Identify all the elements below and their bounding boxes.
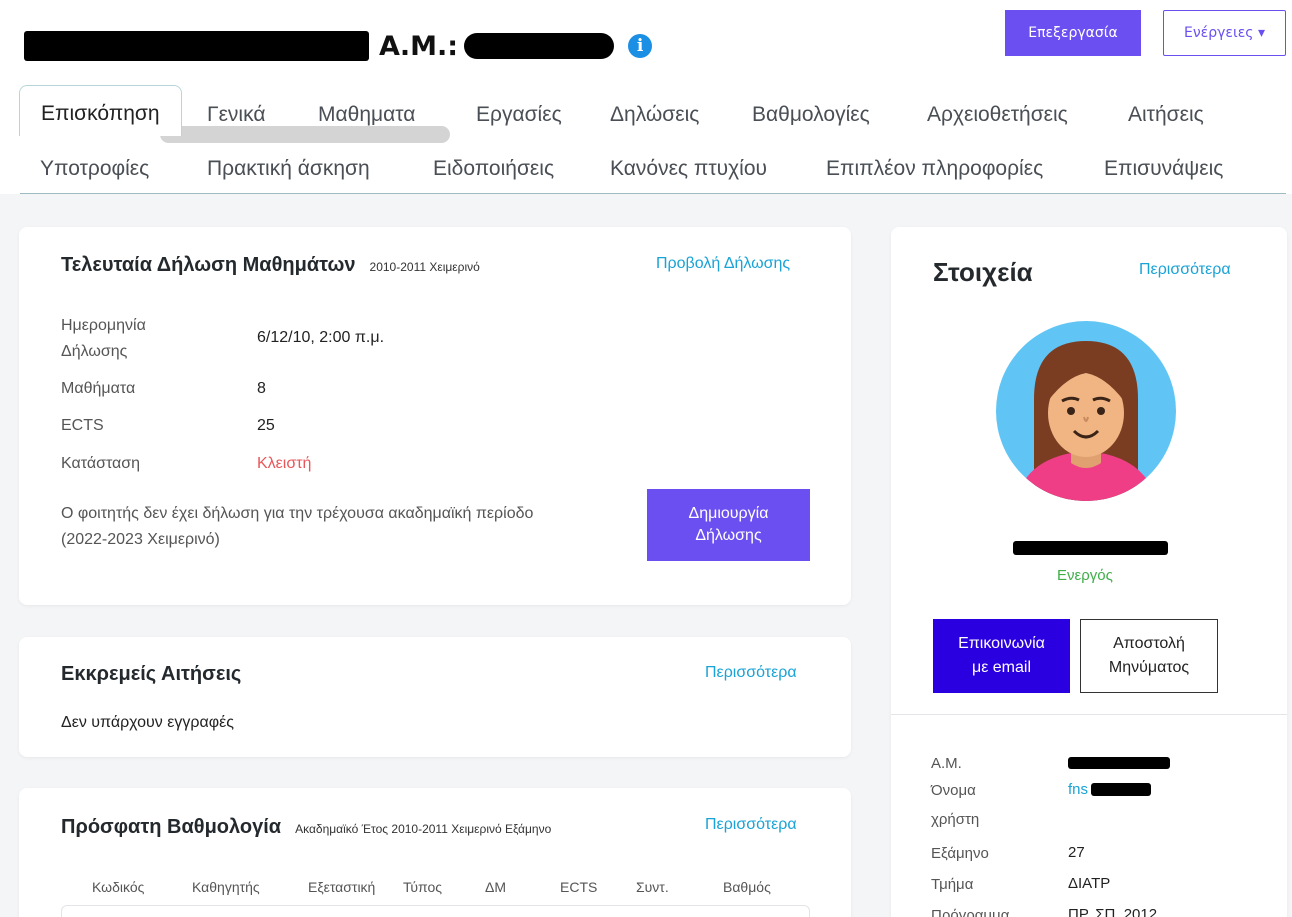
avatar-illustration [1016, 341, 1156, 501]
tab-additional-info[interactable]: Επιπλέον πληροφορίες [826, 157, 1043, 181]
card-title: Τελευταία Δήλωση Μαθημάτων 2010-2011 Χειμ… [61, 254, 480, 277]
view-registration-link[interactable]: Προβολή Δήλωσης [656, 255, 790, 273]
loading-placeholder-bar [160, 126, 450, 143]
semester-value: 27 [1068, 844, 1085, 861]
department-value: ΔΙΑΤΡ [1068, 875, 1111, 892]
profile-status: Ενεργός [1057, 567, 1113, 584]
column-header[interactable]: Εξεταστική [308, 879, 375, 895]
create-button-line2: Δήλωσης [695, 527, 762, 544]
no-registration-note-line2: (2022-2023 Χειμερινό) [61, 531, 220, 548]
tab-attachments[interactable]: Επισυνάψεις [1104, 157, 1223, 181]
recent-grades-card: Πρόσφατη Βαθμολογία Ακαδημαϊκό Έτος 2010-… [19, 788, 851, 917]
courses-label: Μαθήματα [61, 380, 136, 397]
date-label-line1: Ημερομηνία [61, 317, 146, 334]
program-label: Πρόγραμμα [931, 907, 1010, 917]
page-title: Α.Μ.: i [24, 26, 653, 66]
column-header[interactable]: ECTS [560, 879, 597, 895]
redacted-username [1091, 783, 1151, 796]
tab-requests[interactable]: Αιτήσεις [1128, 103, 1204, 127]
date-label-line2: Δήλωσης [61, 343, 128, 360]
last-registration-title: Τελευταία Δήλωση Μαθημάτων [61, 254, 356, 276]
department-label: Τμήμα [931, 876, 974, 893]
info-icon[interactable]: i [628, 34, 653, 58]
message-button-line1: Αποστολή [1113, 635, 1185, 652]
tab-degree-rules[interactable]: Κανόνες πτυχίου [610, 157, 767, 181]
ects-value: 25 [257, 417, 275, 434]
username-label-line2: χρήστη [931, 811, 980, 828]
date-value: 6/12/10, 2:00 π.μ. [257, 329, 385, 346]
create-button-line1: Δημιουργία [688, 505, 769, 522]
pending-requests-empty: Δεν υπάρχουν εγγραφές [61, 714, 234, 731]
username-label-line1: Όνομα [931, 782, 976, 799]
am-label: Α.Μ.: [379, 30, 459, 62]
column-header[interactable]: Καθηγητής [192, 879, 260, 895]
program-value: ΠΡ. ΣΠ. 2012 [1068, 906, 1158, 917]
tab-general[interactable]: Γενικά [207, 103, 265, 127]
last-registration-card: Τελευταία Δήλωση Μαθημάτων 2010-2011 Χειμ… [19, 227, 851, 605]
tab-notifications[interactable]: Ειδοποιήσεις [433, 157, 554, 181]
email-button-line2: με email [971, 659, 1032, 676]
tab-registrations[interactable]: Δηλώσεις [610, 103, 699, 127]
status-label: Κατάσταση [61, 455, 141, 472]
am-field-label: Α.Μ. [931, 755, 962, 772]
status-value: Κλειστή [257, 455, 312, 472]
actions-dropdown-button[interactable]: Ενέργειες ▾ [1163, 10, 1286, 56]
column-header[interactable]: Κωδικός [92, 879, 144, 895]
tab-grades[interactable]: Βαθμολογίες [752, 103, 870, 127]
profile-divider [891, 714, 1287, 715]
send-message-button[interactable]: Αποστολή Μηνύματος [1080, 619, 1218, 693]
tab-courses[interactable]: Μαθηματα [318, 103, 415, 127]
create-registration-button[interactable]: Δημιουργία Δήλωσης [647, 489, 810, 561]
pending-requests-more-link[interactable]: Περισσότερα [705, 664, 797, 682]
profile-card: Στοιχεία Περισσότερα Ενεργός Επικοινωνία… [891, 227, 1287, 917]
recent-grades-heading: Πρόσφατη Βαθμολογία Ακαδημαϊκό Έτος 2010-… [61, 816, 551, 839]
semester-label: Εξάμηνο [931, 845, 989, 862]
email-contact-button[interactable]: Επικοινωνία με email [933, 619, 1070, 693]
pending-requests-title: Εκκρεμείς Αιτήσεις [61, 663, 242, 685]
column-header[interactable]: Συντ. [636, 879, 669, 895]
redacted-am-value [1068, 757, 1170, 769]
tab-scholarships[interactable]: Υποτροφίες [40, 157, 149, 181]
column-header[interactable]: Βαθμός [723, 879, 771, 895]
profile-title: Στοιχεία [933, 257, 1033, 287]
email-button-line1: Επικοινωνία [958, 635, 1045, 652]
message-button-line2: Μηνύματος [1108, 659, 1190, 676]
redacted-full-name [1013, 541, 1168, 555]
column-header[interactable]: ΔΜ [485, 879, 506, 895]
pending-requests-card: Εκκρεμείς Αιτήσεις Περισσότερα Δεν υπάρχ… [19, 637, 851, 757]
recent-grades-title: Πρόσφατη Βαθμολογία [61, 816, 282, 838]
edit-button[interactable]: Επεξεργασία [1005, 10, 1141, 56]
username-value[interactable]: fns [1068, 781, 1088, 798]
column-header[interactable]: Τύπος [403, 879, 442, 895]
redacted-student-name [24, 31, 369, 61]
avatar [996, 321, 1176, 501]
courses-value: 8 [257, 380, 266, 397]
grades-table-body [61, 905, 810, 917]
recent-grades-more-link[interactable]: Περισσότερα [705, 816, 797, 834]
tab-overview[interactable]: Επισκόπηση [19, 85, 182, 136]
no-registration-note-line1: Ο φοιτητής δεν έχει δήλωση για την τρέχο… [61, 505, 534, 522]
tab-archives[interactable]: Αρχειοθετήσεις [927, 103, 1068, 127]
tab-internship[interactable]: Πρακτική άσκηση [207, 157, 370, 181]
tabs-divider [20, 193, 1286, 194]
recent-grades-subtitle: Ακαδημαϊκό Έτος 2010-2011 Χειμερινό Εξάμ… [295, 822, 552, 836]
tab-assignments[interactable]: Εργασίες [476, 103, 562, 127]
profile-more-link[interactable]: Περισσότερα [1139, 261, 1231, 279]
redacted-am [464, 33, 615, 59]
ects-label: ECTS [61, 417, 104, 434]
registration-period: 2010-2011 Χειμερινό [369, 260, 480, 274]
